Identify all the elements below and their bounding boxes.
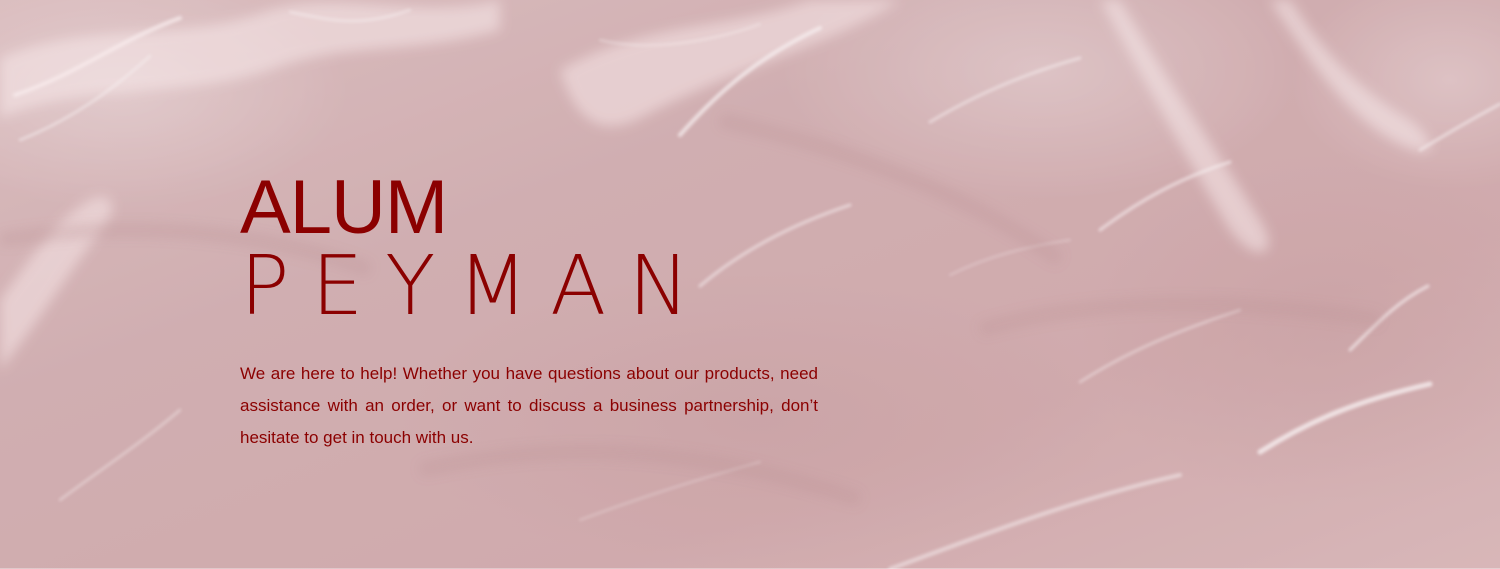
- hero-content: ALUM PEYMAN We are here to help! Whether…: [240, 170, 820, 454]
- hero-banner: ALUM PEYMAN We are here to help! Whether…: [0, 0, 1500, 569]
- brand-title-alum: ALUM: [240, 165, 448, 250]
- hero-description: We are here to help! Whether you have qu…: [240, 364, 818, 447]
- brand-title-peyman: PEYMAN: [240, 239, 712, 334]
